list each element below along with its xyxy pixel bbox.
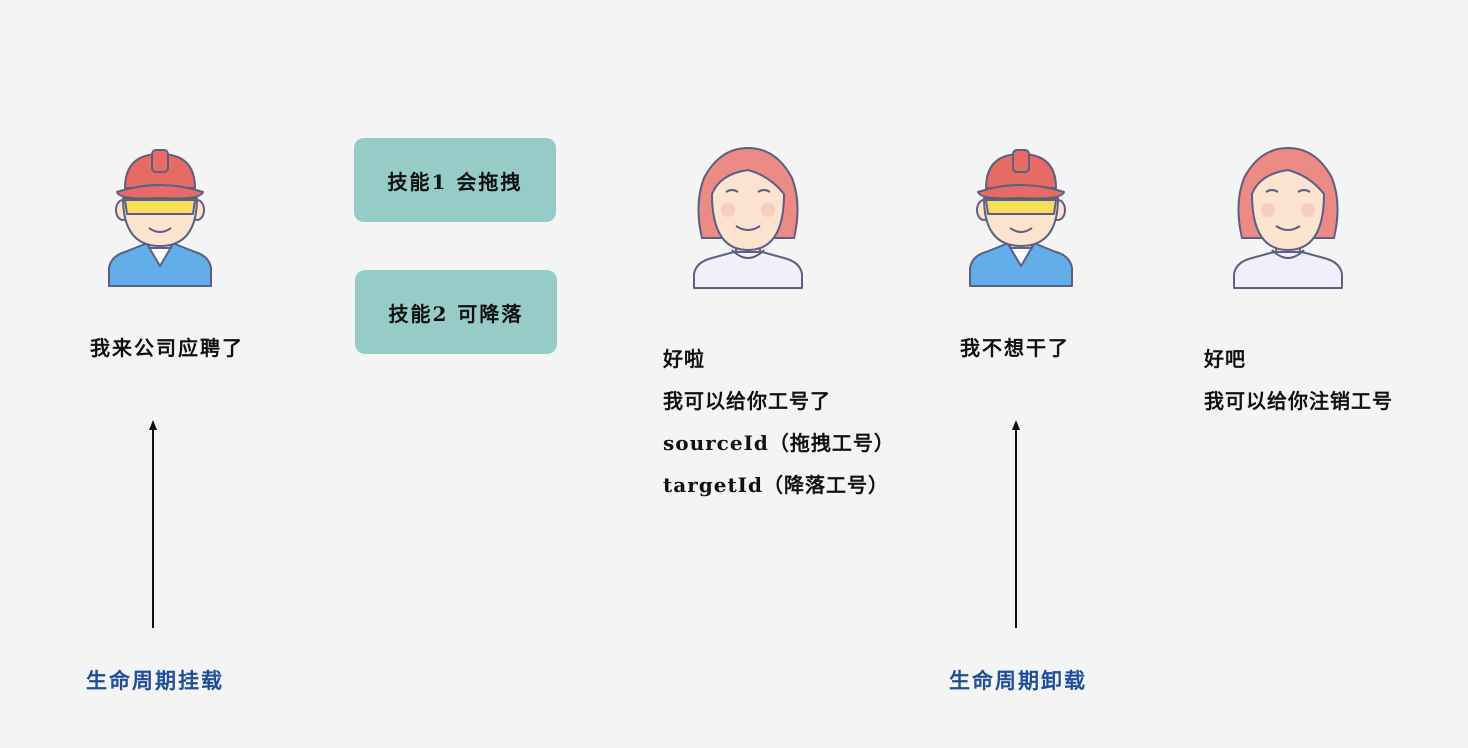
hr-mount-line: targetId（降落工号） <box>663 473 890 497</box>
arrow-up-icon <box>149 420 157 628</box>
lifecycle-unmount-label: 生命周期卸载 <box>949 668 1087 693</box>
hr-unmount-line: 我可以给你注销工号 <box>1204 389 1393 413</box>
hr-unmount-line: 好吧 <box>1204 347 1246 371</box>
skill-drop-box: 技能2 可降落 <box>355 270 557 354</box>
worker-mount-caption: 我来公司应聘了 <box>90 336 244 360</box>
hr-mount-line: 我可以给你工号了 <box>663 389 831 413</box>
hr-avatar-icon <box>693 147 803 289</box>
arrow-up-icon <box>1012 420 1020 628</box>
lifecycle-mount-label: 生命周期挂载 <box>86 668 224 693</box>
skill-drag-box: 技能1 会拖拽 <box>354 138 556 222</box>
hr-unmount-dialog: 好吧 我可以给你注销工号 <box>1204 338 1393 422</box>
worker-avatar-icon <box>969 149 1073 287</box>
worker-avatar-icon <box>108 149 212 287</box>
worker-unmount-caption: 我不想干了 <box>960 336 1070 360</box>
hr-mount-dialog: 好啦 我可以给你工号了 sourceId（拖拽工号） targetId（降落工号… <box>663 338 895 506</box>
hr-mount-line: 好啦 <box>663 347 705 371</box>
hr-avatar-icon <box>1233 147 1343 289</box>
hr-mount-line: sourceId（拖拽工号） <box>663 431 895 455</box>
